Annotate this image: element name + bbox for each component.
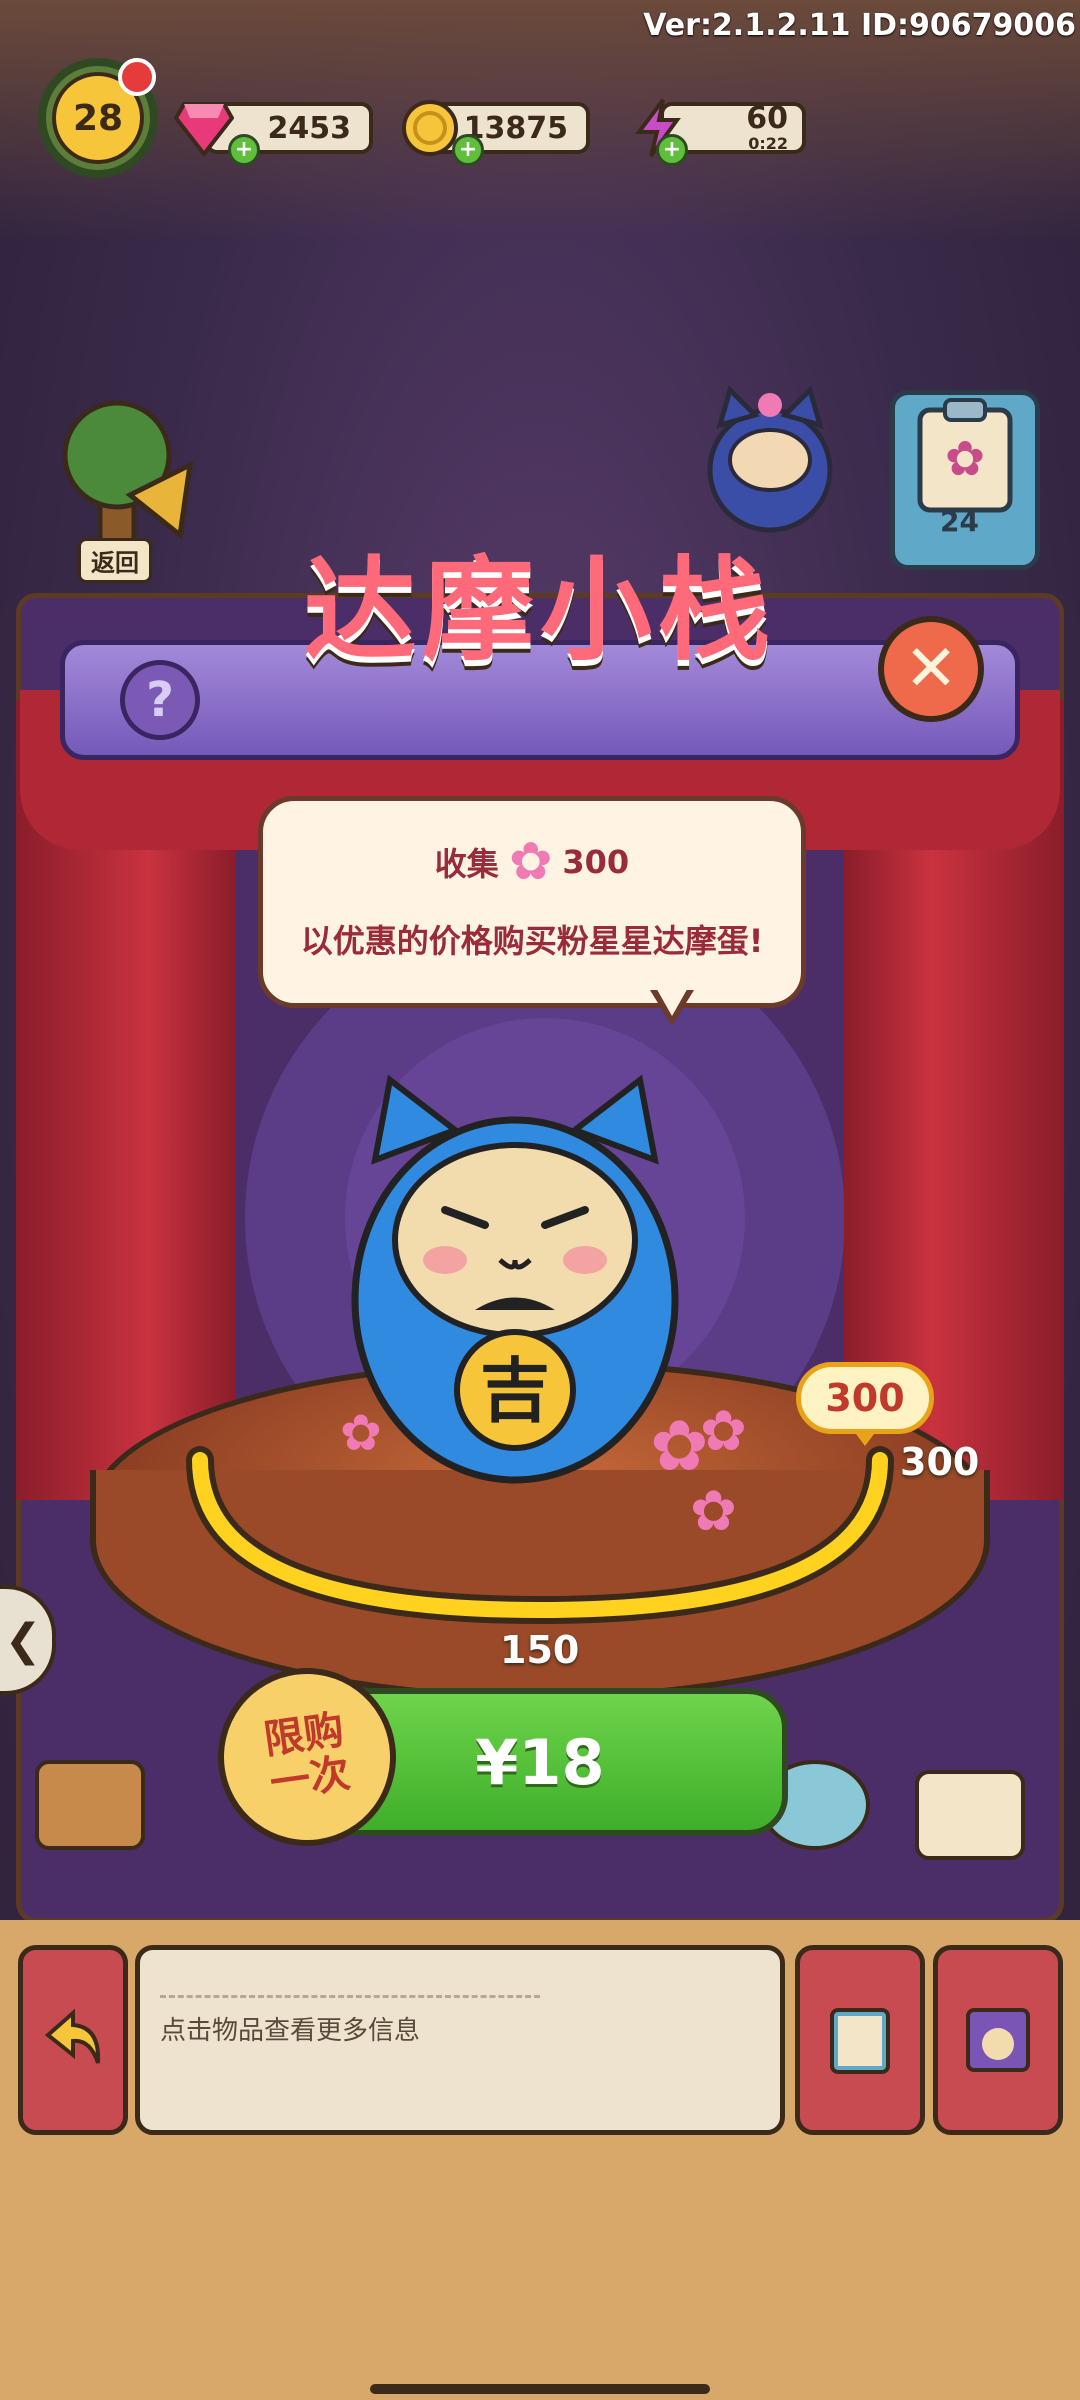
- back-arrow-icon: [44, 2008, 101, 2064]
- daruma-cat-icon[interactable]: [700, 375, 840, 535]
- notification-dot: [118, 58, 156, 96]
- collection-count: 24: [940, 505, 979, 538]
- energy-timer: 0:22: [748, 133, 788, 153]
- badge-tail: [853, 1430, 877, 1446]
- collect-row: 收集 ✿ 300: [258, 836, 806, 888]
- version-id-text: Ver:2.1.2.11 ID:90679006: [643, 8, 1076, 43]
- gem-count: 2453: [267, 110, 352, 146]
- home-indicator: [370, 2384, 710, 2394]
- shop-title: 达摩小栈: [304, 546, 776, 676]
- collection-clipboard-button[interactable]: ✿: [890, 390, 1040, 570]
- add-gems-button[interactable]: +: [228, 134, 260, 166]
- progress-current-badge: 300: [796, 1362, 934, 1434]
- limit-line-2: 一次: [267, 1750, 353, 1808]
- shelf-item-camera[interactable]: [35, 1760, 145, 1850]
- shelf-item-piano[interactable]: [915, 1770, 1025, 1860]
- svg-text:✿: ✿: [945, 431, 985, 487]
- bubble-tail-inner: [655, 986, 689, 1016]
- book-icon: [830, 2008, 890, 2074]
- cat-frame-button[interactable]: [933, 1945, 1063, 2135]
- progress-max-label: 300: [900, 1440, 980, 1484]
- progress-track: [186, 1446, 894, 1625]
- add-coins-button[interactable]: +: [452, 134, 484, 166]
- price-label: ¥18: [475, 1725, 605, 1799]
- flower-icon: ✿: [508, 832, 553, 892]
- gem-icon: [172, 96, 236, 160]
- offer-description: 以优惠的价格购买粉星星达摩蛋!: [300, 922, 764, 960]
- chevron-left-icon: ❮: [4, 1614, 42, 1666]
- collect-amount: 300: [562, 843, 630, 881]
- info-divider: [160, 1995, 540, 1998]
- clipboard-icon: ✿: [917, 398, 1013, 513]
- back-label: 返回: [78, 538, 152, 583]
- energy-count: 60: [746, 100, 788, 136]
- help-icon: ?: [146, 672, 174, 728]
- back-arrow-button[interactable]: [18, 1945, 128, 2135]
- help-button[interactable]: ?: [120, 660, 200, 740]
- close-icon: ✕: [904, 632, 958, 706]
- close-button[interactable]: ✕: [878, 616, 984, 722]
- info-bubble: [258, 796, 806, 1008]
- item-info-text: 点击物品查看更多信息: [160, 2016, 421, 2046]
- collect-label: 收集: [434, 845, 499, 883]
- add-energy-button[interactable]: +: [656, 134, 688, 166]
- cat-frame-icon: [966, 2008, 1030, 2072]
- progress-mid-label: 150: [500, 1628, 580, 1672]
- progress-fill: [192, 1452, 888, 1619]
- collection-book-button[interactable]: [795, 1945, 925, 2135]
